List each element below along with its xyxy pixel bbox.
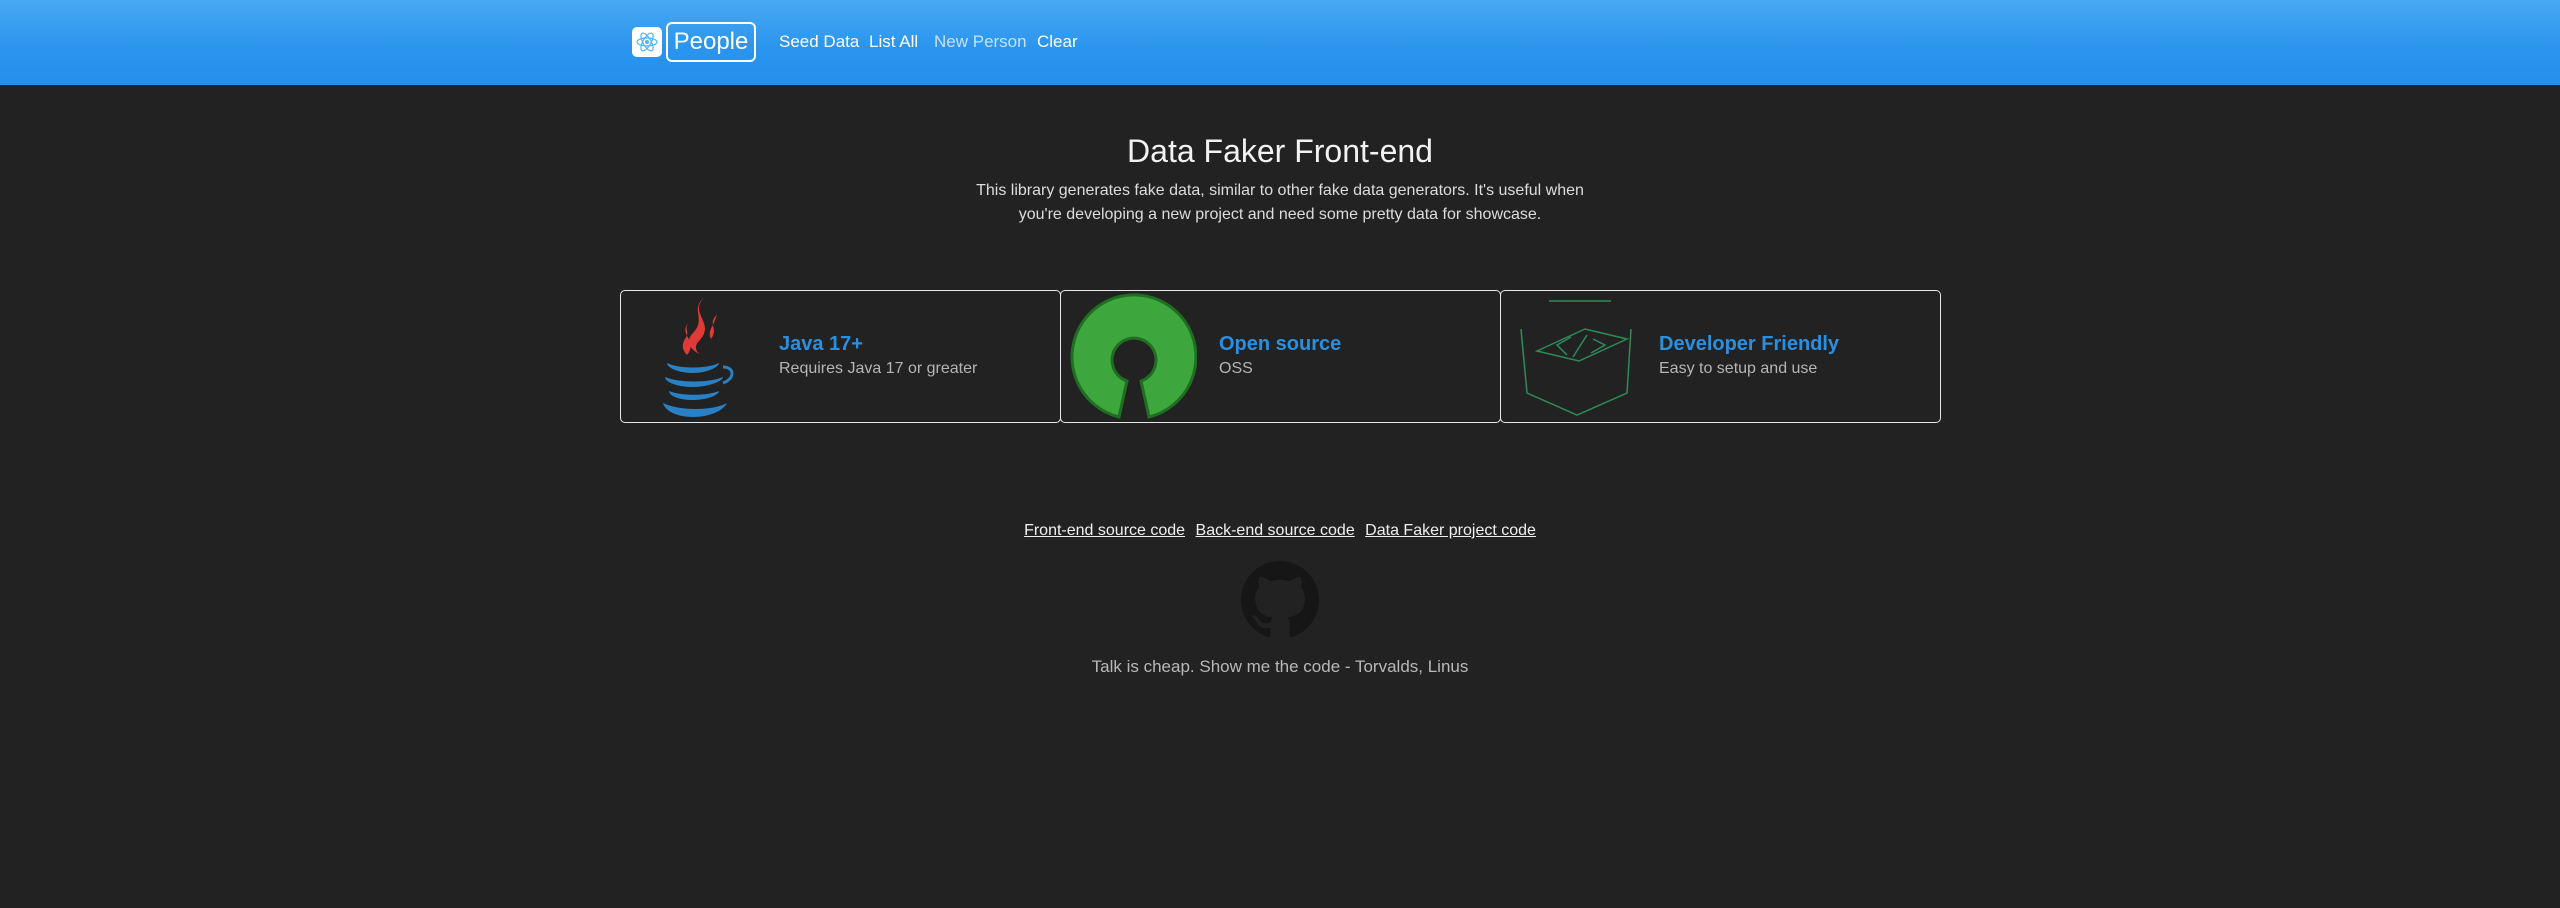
feature-title: Developer Friendly [1659, 333, 1840, 355]
feature-card-developer-friendly: Developer Friendly Easy to setup and use [1500, 290, 1941, 423]
open-source-logo-icon [1067, 293, 1198, 421]
page-title: Data Faker Front-end [1127, 133, 1433, 169]
feature-title: Open source [1219, 333, 1342, 355]
github-octocat-icon[interactable] [1241, 561, 1319, 639]
java-logo-icon [627, 293, 757, 421]
footer-quote: Talk is cheap. Show me the code - Torval… [1091, 657, 1469, 676]
feature-text: Easy to setup and use [1659, 360, 1818, 377]
feature-text: Requires Java 17 or greater [779, 360, 978, 377]
feature-card-open-source: Open source OSS [1060, 290, 1501, 423]
datafaker-project-link[interactable]: Data Faker project code [1365, 522, 1536, 539]
react-atom-icon[interactable] [632, 27, 662, 57]
nav-clear[interactable]: Clear [1037, 30, 1078, 54]
feature-card-java: Java 17+ Requires Java 17 or greater [620, 290, 1061, 423]
backend-source-link[interactable]: Back-end source code [1196, 522, 1355, 539]
frontend-source-link[interactable]: Front-end source code [1024, 522, 1185, 539]
page-description: This library generates fake data, simila… [976, 182, 1584, 223]
nav-list-all[interactable]: List All [869, 30, 918, 54]
feature-title: Java 17+ [779, 333, 863, 355]
top-navbar: People Seed Data List All New Person Cle… [0, 0, 2560, 85]
brand-name-link[interactable]: People [666, 22, 756, 62]
nav-seed-data[interactable]: Seed Data [779, 30, 859, 54]
nav-new-person[interactable]: New Person [934, 30, 1027, 54]
code-cube-icon [1507, 293, 1637, 421]
source-links: Front-end source code Back-end source co… [0, 520, 2560, 542]
feature-text: OSS [1219, 360, 1253, 377]
